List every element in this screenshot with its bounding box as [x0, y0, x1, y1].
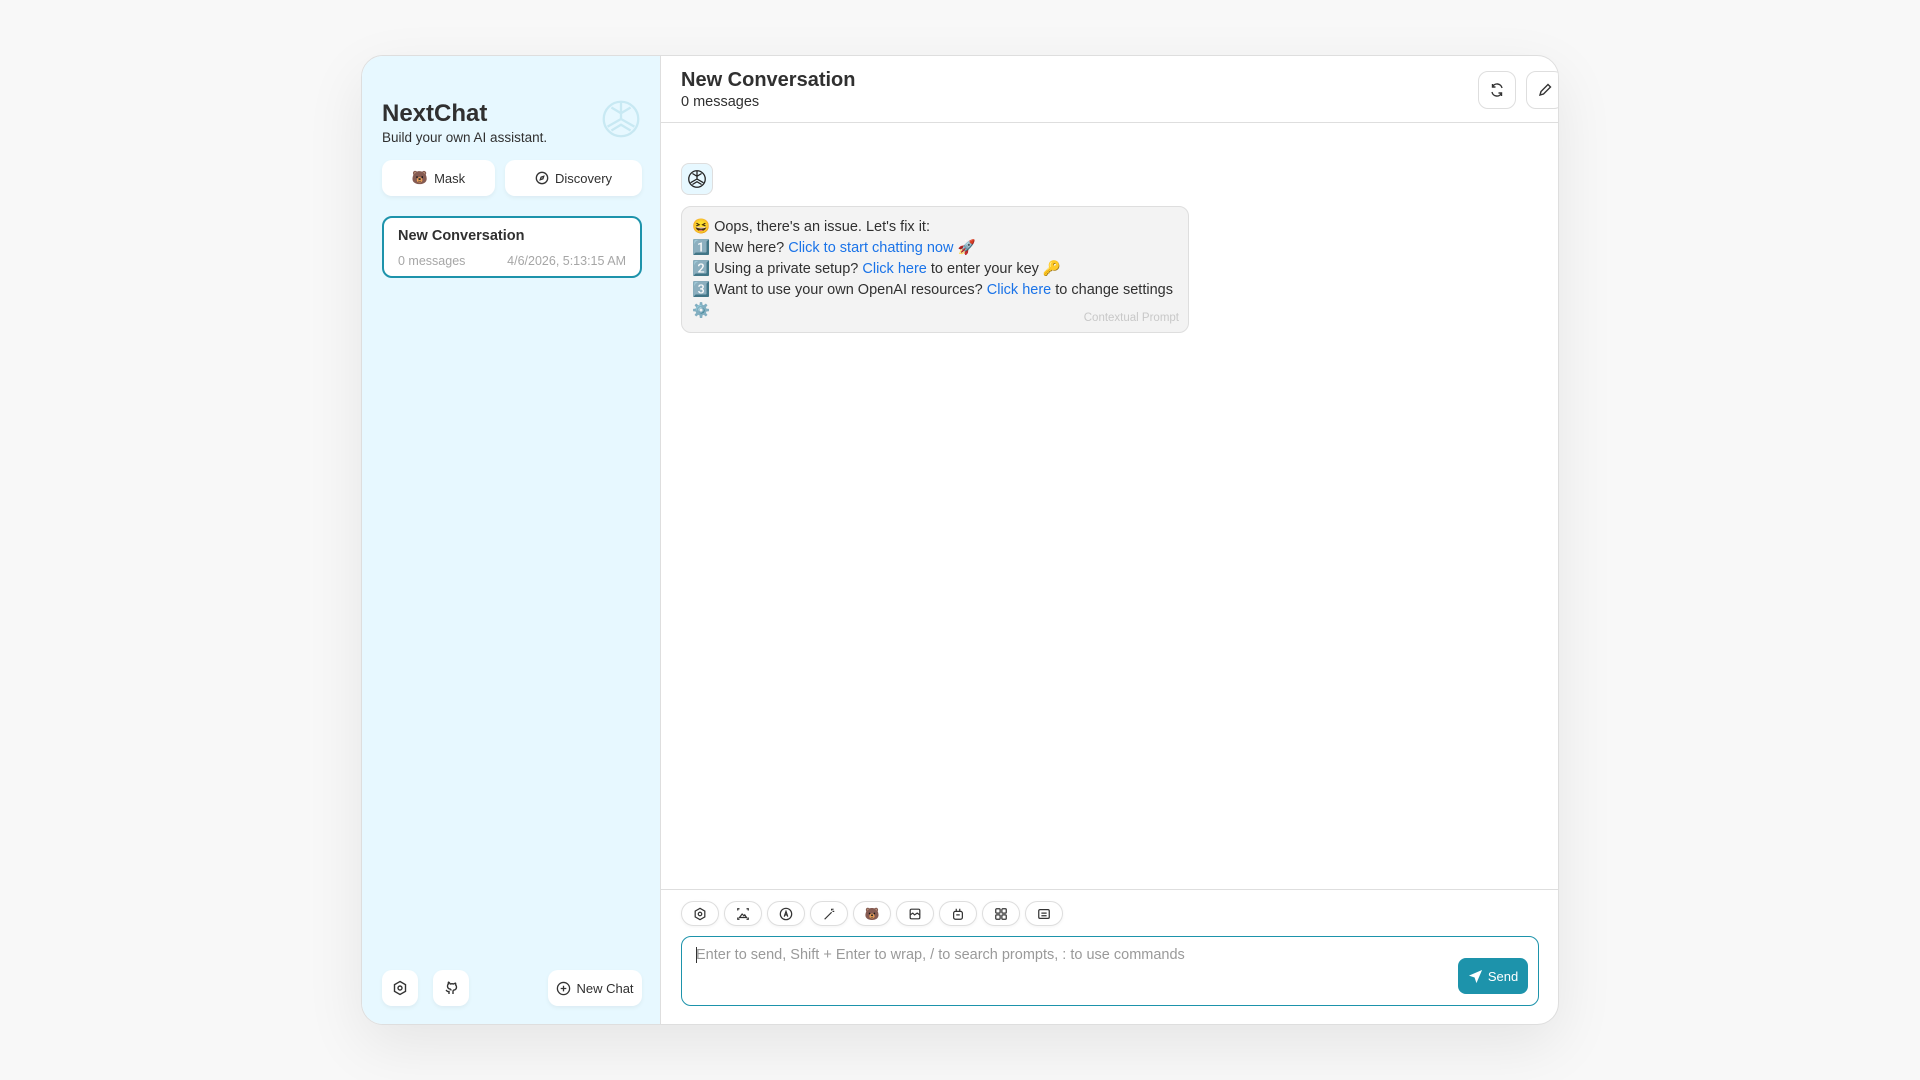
- app-window: NextChat Build your own AI assistant. 🐻 M…: [361, 55, 1559, 1025]
- theme-action[interactable]: [724, 901, 762, 926]
- input-panel: 🐻 Enter to send, Shift + Enter to wrap, …: [661, 889, 1558, 1024]
- send-icon: [1468, 969, 1483, 984]
- model-action[interactable]: [939, 901, 977, 926]
- refresh-icon: [1489, 82, 1505, 98]
- mask-label: Mask: [434, 170, 466, 186]
- conversation-count: 0 messages: [398, 254, 466, 268]
- refresh-button[interactable]: [1478, 71, 1516, 109]
- start-chatting-link[interactable]: Click to start chatting now: [788, 240, 953, 256]
- github-icon: [443, 980, 459, 996]
- chat-input-placeholder: Enter to send, Shift + Enter to wrap, / …: [696, 947, 1185, 963]
- github-button[interactable]: [433, 970, 469, 1006]
- contextual-prompt-label: Contextual Prompt: [1083, 312, 1179, 324]
- mask-icon: 🐻: [411, 170, 429, 185]
- conversation-title: New Conversation: [398, 228, 525, 244]
- edit-button[interactable]: [1526, 71, 1558, 109]
- shortcut-action[interactable]: [1025, 901, 1063, 926]
- app-title: NextChat: [382, 100, 488, 127]
- send-label: Send: [1487, 968, 1519, 984]
- message-line: 2️⃣ Using a private setup? Click here to…: [692, 261, 1061, 277]
- settings-link[interactable]: Click here: [987, 282, 1051, 298]
- settings-action[interactable]: [681, 901, 719, 926]
- mask-button[interactable]: 🐻 Mask: [382, 160, 495, 196]
- enter-key-link[interactable]: Click here: [862, 261, 926, 277]
- message-line: 😆 Oops, there's an issue. Let's fix it:: [692, 219, 930, 235]
- new-chat-button[interactable]: New Chat: [548, 970, 642, 1006]
- sidebar: NextChat Build your own AI assistant. 🐻 M…: [362, 56, 661, 1024]
- conversation-item[interactable]: New Conversation 0 messages 4/6/2026, 5:1…: [382, 216, 642, 278]
- settings-button[interactable]: [382, 970, 418, 1006]
- brand: NextChat Build your own AI assistant.: [382, 100, 547, 145]
- chat-area: New Conversation 0 messages 😆 Oops, ther…: [661, 56, 1558, 1024]
- discovery-button[interactable]: Discovery: [505, 160, 642, 196]
- plus-circle-icon: [556, 981, 571, 996]
- prompt-action[interactable]: [767, 901, 805, 926]
- chat-input[interactable]: Enter to send, Shift + Enter to wrap, / …: [681, 936, 1539, 1006]
- image-icon: [736, 907, 750, 921]
- conversation-time: 4/6/2026, 5:13:15 AM: [507, 254, 626, 268]
- app-subtitle: Build your own AI assistant.: [382, 130, 548, 145]
- mask-action[interactable]: 🐻: [853, 901, 891, 926]
- grid-icon: [994, 907, 1008, 921]
- new-chat-label: New Chat: [576, 980, 634, 996]
- mask-icon: 🐻: [864, 906, 880, 921]
- pencil-icon: [1537, 82, 1553, 98]
- discovery-label: Discovery: [554, 170, 613, 186]
- openai-logo-icon: [598, 96, 644, 142]
- plugin-action[interactable]: [982, 901, 1020, 926]
- chat-header: New Conversation 0 messages: [661, 56, 1558, 123]
- prompt-icon: [779, 907, 793, 921]
- compass-icon: [535, 171, 549, 185]
- settings-icon: [693, 907, 707, 921]
- bot-avatar: [681, 163, 713, 195]
- keyboard-icon: [1037, 907, 1051, 921]
- settings-icon: [392, 980, 408, 996]
- magic-action[interactable]: [810, 901, 848, 926]
- chat-actions: 🐻: [681, 901, 1063, 926]
- robot-icon: [951, 907, 965, 921]
- message-line: 1️⃣ New here? Click to start chatting no…: [692, 240, 976, 256]
- send-button[interactable]: Send: [1458, 958, 1528, 994]
- openai-logo-icon: [686, 168, 708, 190]
- chat-title[interactable]: New Conversation: [681, 69, 1538, 92]
- break-icon: [908, 907, 922, 921]
- chat-message-count: 0 messages: [681, 94, 760, 110]
- magic-wand-icon: [822, 907, 836, 921]
- clear-context-action[interactable]: [896, 901, 934, 926]
